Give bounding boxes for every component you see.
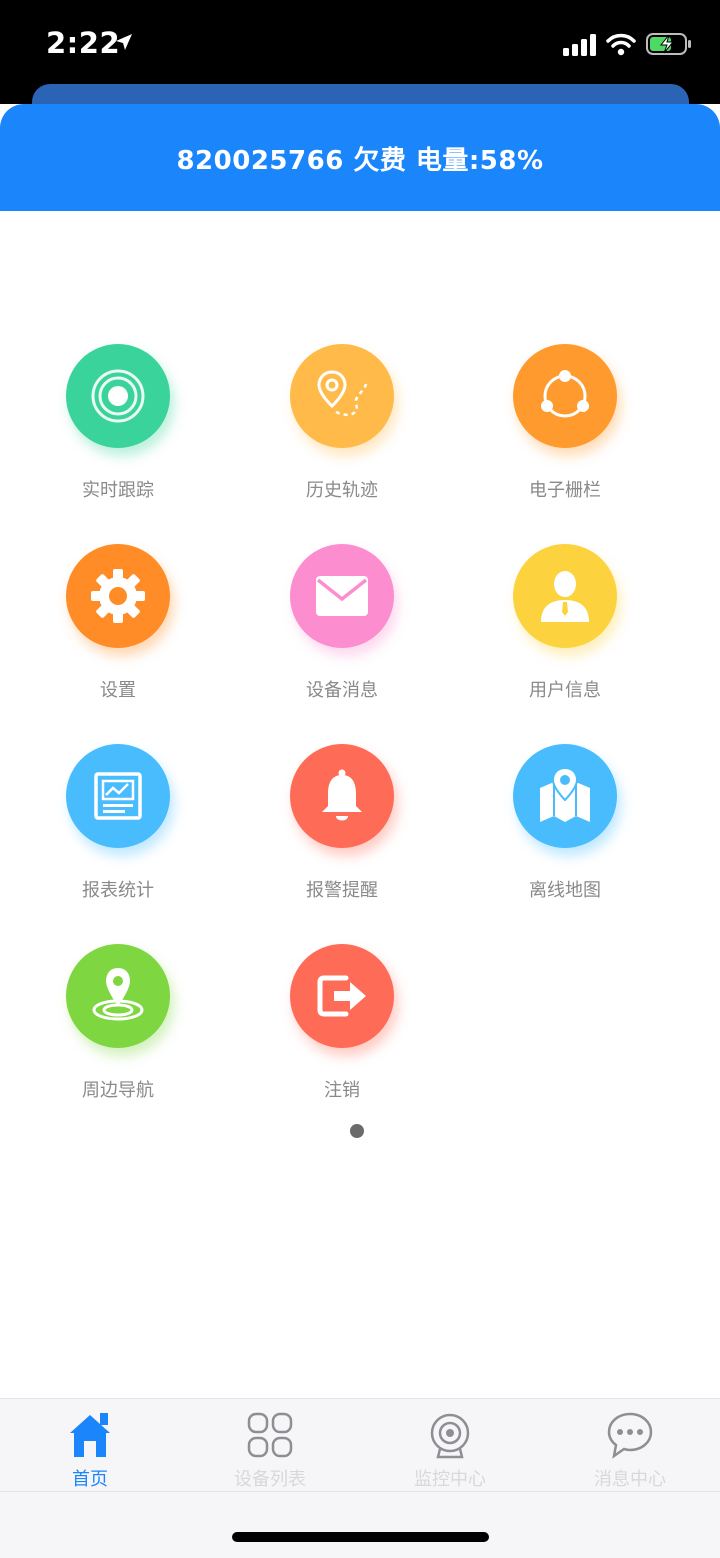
device-status-title: 820025766 欠费 电量:58% — [176, 146, 544, 176]
tab-home[interactable]: 首页 — [0, 1399, 180, 1493]
share-nodes-icon — [541, 370, 589, 418]
home-indicator[interactable] — [232, 1532, 489, 1542]
bell-icon — [322, 769, 362, 821]
grid-icon — [247, 1412, 293, 1458]
tab-divider — [0, 1491, 720, 1492]
menu-item-label: 历史轨迹 — [306, 480, 378, 501]
tab-message-center[interactable]: 消息中心 — [540, 1399, 720, 1493]
menu-item-label: 报表统计 — [82, 880, 154, 901]
gear-icon — [91, 569, 145, 623]
menu-item-label: 用户信息 — [529, 680, 601, 701]
tab-label: 监控中心 — [414, 1469, 486, 1490]
battery-charging-icon — [646, 33, 691, 55]
wifi-icon — [606, 33, 636, 56]
tab-monitor-center[interactable]: 监控中心 — [360, 1399, 540, 1493]
report-chart-icon — [94, 772, 142, 820]
menu-item-label: 实时跟踪 — [82, 480, 154, 501]
route-pin-icon — [317, 370, 368, 416]
logout-icon — [317, 975, 366, 1017]
cellular-signal-icon — [563, 34, 599, 56]
menu-item-label: 离线地图 — [529, 880, 601, 901]
envelope-icon — [316, 576, 368, 616]
user-icon — [541, 571, 589, 622]
status-time: 2:22 — [46, 26, 121, 60]
menu-item-label: 注销 — [324, 1080, 360, 1101]
page-indicator-dot[interactable] — [350, 1124, 364, 1138]
menu-item-label: 设备消息 — [306, 680, 378, 701]
home-icon — [70, 1413, 110, 1457]
tab-label: 设备列表 — [234, 1469, 306, 1490]
tab-label: 消息中心 — [594, 1469, 666, 1490]
menu-item-label: 电子栅栏 — [529, 480, 601, 501]
target-icon — [91, 369, 145, 423]
webcam-icon — [430, 1413, 470, 1459]
menu-item-label: 设置 — [100, 680, 136, 701]
map-pin-icon — [540, 766, 590, 822]
chat-bubble-icon — [607, 1412, 653, 1459]
nearby-pin-icon — [92, 968, 144, 1021]
menu-item-label: 周边导航 — [82, 1080, 154, 1101]
menu-item-label: 报警提醒 — [306, 880, 378, 901]
header-bar: 820025766 欠费 电量:58% — [0, 104, 720, 211]
tab-label: 首页 — [72, 1469, 108, 1490]
tab-device-list[interactable]: 设备列表 — [180, 1399, 360, 1493]
location-arrow-icon — [116, 34, 132, 50]
